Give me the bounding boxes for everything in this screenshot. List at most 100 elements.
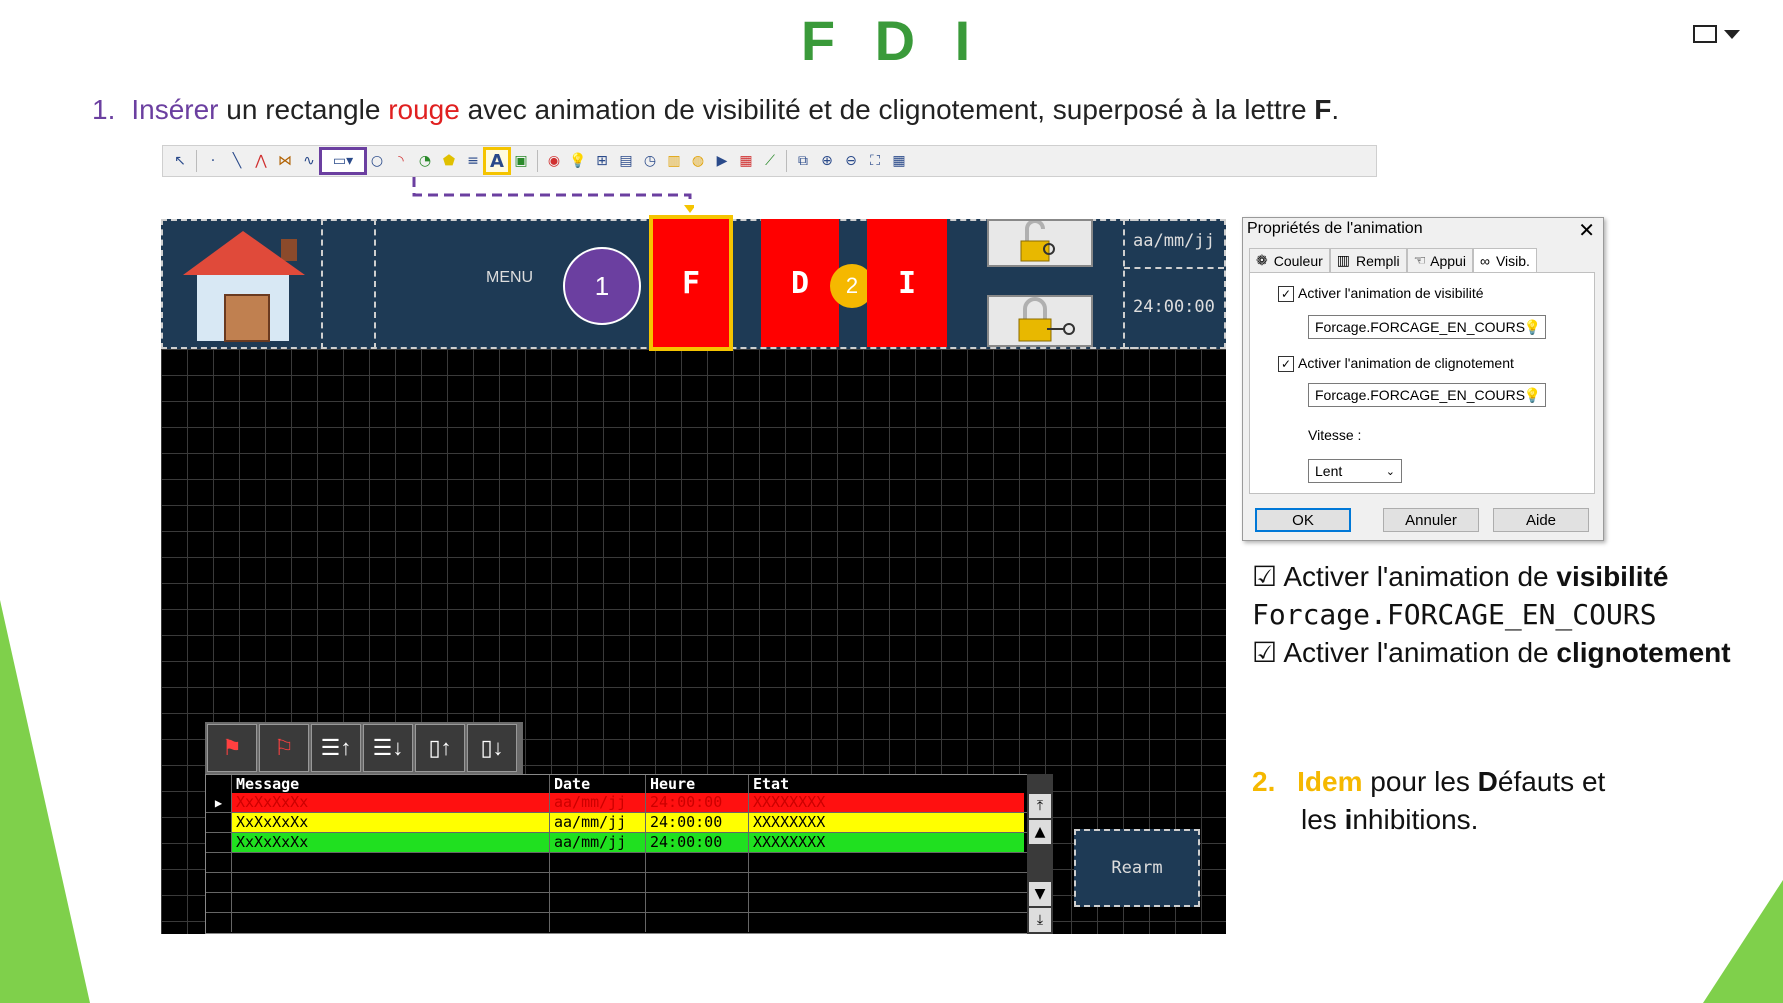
gauge-icon[interactable]: ◷ [639,150,661,172]
image-icon[interactable]: ▣ [510,150,532,172]
arc-icon[interactable]: ◝ [390,150,412,172]
callout-1: 1 [563,247,641,325]
dial-icon[interactable]: ◍ [687,150,709,172]
rectangle-tool-icon[interactable]: ▭▾ [319,147,367,175]
acknowledge-all-icon[interactable]: ⚑ [207,724,257,772]
lock-button[interactable] [987,295,1093,347]
cell-heure: 24:00:00 [646,813,749,832]
toolbar-separator [196,150,197,172]
bulb-icon[interactable]: 💡 [567,150,589,172]
ok-button[interactable]: OK [1255,508,1351,532]
table-row[interactable]: ▶ XxXxXxXx aa/mm/jj 24:00:00 XXXXXXXX [206,793,1052,813]
col-message[interactable]: Message [232,775,550,793]
summary-visibility-bold: visibilité [1556,561,1669,592]
zoom-out-icon[interactable]: ⊖ [840,150,862,172]
bulb-icon[interactable]: 💡 [1524,319,1541,336]
sort-up-list-icon[interactable]: ☰↑ [311,724,361,772]
col-heure[interactable]: Heure [646,775,749,793]
line-icon[interactable]: ╲ [226,150,248,172]
alarm-table-header: Message Date Heure Etat [206,775,1052,793]
polyline-icon[interactable]: ⋀ [250,150,272,172]
video-icon[interactable]: ▶ [711,150,733,172]
cell-message: XxXxXxXx [232,833,550,852]
home-icon[interactable] [173,225,313,343]
tab-couleur[interactable]: ❁ Couleur [1249,248,1330,272]
scroll-top-icon[interactable]: ⤒ [1029,794,1051,818]
table-row-empty [206,873,1052,893]
acknowledge-icon[interactable]: ⚐ [259,724,309,772]
zoom-in-icon[interactable]: ⊕ [816,150,838,172]
tab-visib-label: Visib. [1495,252,1530,269]
tab-appui[interactable]: ☜ Appui [1406,248,1473,272]
step2-text-b: éfauts et [1497,766,1606,797]
pointer-icon[interactable]: ↖ [169,150,191,172]
defauts-button-d[interactable]: D [761,219,839,347]
trend-icon[interactable]: ⟋ [759,150,781,172]
scroll-down-icon[interactable]: ▼ [1029,882,1051,906]
table-row-empty [206,913,1052,932]
slide-title: F D I [800,9,983,72]
dialog-tabs: ❁ Couleur ▥ Rempli ☜ Appui ∞ Visib. [1249,248,1595,272]
menu-button[interactable]: MENU [486,269,533,287]
list-icon[interactable]: ≡ [462,150,484,172]
time-display: 24:00:00 [1133,297,1215,317]
curve-icon[interactable]: ∿ [298,150,320,172]
visibility-variable-input[interactable]: Forcage.FORCAGE_EN_COURS 💡 [1308,315,1546,339]
tab-couleur-label: Couleur [1273,252,1323,269]
forcage-button-f[interactable]: F [649,215,733,351]
grid-icon[interactable]: ▦ [888,150,910,172]
dialog-body: ✓ Activer l'animation de visibilité Forca… [1249,272,1595,494]
blink-variable-input[interactable]: Forcage.FORCAGE_EN_COURS 💡 [1308,383,1546,407]
point-icon[interactable]: · [202,150,224,172]
scroll-up-icon[interactable]: ▲ [1029,820,1051,844]
tab-rempli-label: Rempli [1356,252,1400,269]
page-up-icon[interactable]: ▯↑ [415,724,465,772]
hand-icon: ☜ [1413,252,1427,268]
button-object-icon[interactable]: ◉ [543,150,565,172]
cell-etat: XXXXXXXX [749,833,1024,852]
rearm-button[interactable]: Rearm [1074,829,1200,907]
col-date[interactable]: Date [550,775,646,793]
btn-f-label: F [681,265,701,301]
alarm-scrollbar[interactable]: ⤒ ▲ ▼ ⤓ [1027,774,1053,934]
inhibitions-button-i[interactable]: I [867,219,947,347]
bar-graph-icon[interactable]: ▥ [663,150,685,172]
close-icon[interactable]: ✕ [1578,218,1595,243]
page-down-icon[interactable]: ▯↓ [467,724,517,772]
text-tool-icon[interactable]: A [483,147,511,175]
numeric-display-icon[interactable]: ⊞ [591,150,613,172]
table-row[interactable]: XxXxXxXx aa/mm/jj 24:00:00 XXXXXXXX [206,833,1052,853]
col-etat[interactable]: Etat [749,775,1024,793]
cell-heure: 24:00:00 [646,833,749,852]
scroll-bottom-icon[interactable]: ⤓ [1029,908,1051,932]
polygon-line-icon[interactable]: ⋈ [274,150,296,172]
visibility-checkbox[interactable]: ✓ [1278,286,1294,303]
group-icon[interactable]: ⧉ [792,150,814,172]
slide-decoration-right [1703,880,1783,1003]
bulb-icon[interactable]: 💡 [1524,387,1541,404]
alarm-object-icon[interactable]: ▦ [735,150,757,172]
table-row[interactable]: XxXxXxXx aa/mm/jj 24:00:00 XXXXXXXX [206,813,1052,833]
step2-text-a: pour les [1362,766,1478,797]
cell-date: aa/mm/jj [550,793,646,812]
slide-decoration-left [0,600,90,1003]
datetime-separator [1124,267,1224,269]
step1-text-b: avec animation de visibilité et de clign… [459,94,1315,125]
help-button[interactable]: Aide [1493,508,1589,532]
sort-down-list-icon[interactable]: ☰↓ [363,724,413,772]
row-selector [206,813,232,832]
view-toggle-icon[interactable] [1690,22,1750,48]
blink-checkbox[interactable]: ✓ [1278,356,1294,373]
pie-icon[interactable]: ◔ [414,150,436,172]
input-field-icon[interactable]: ▤ [615,150,637,172]
tab-rempli[interactable]: ▥ Rempli [1329,248,1407,272]
cancel-button[interactable]: Annuler [1383,508,1479,532]
unlock-button[interactable] [987,219,1093,267]
pentagon-icon[interactable]: ⬟ [438,150,460,172]
fit-window-icon[interactable]: ⛶ [864,150,886,172]
alarm-table: Message Date Heure Etat ▶ XxXxXxXx aa/mm… [205,774,1053,934]
step2-idem: Idem [1297,766,1363,797]
ellipse-icon[interactable]: ○ [366,150,388,172]
tab-visib[interactable]: ∞ Visib. [1472,248,1537,272]
speed-select[interactable]: Lent ⌄ [1308,459,1402,483]
